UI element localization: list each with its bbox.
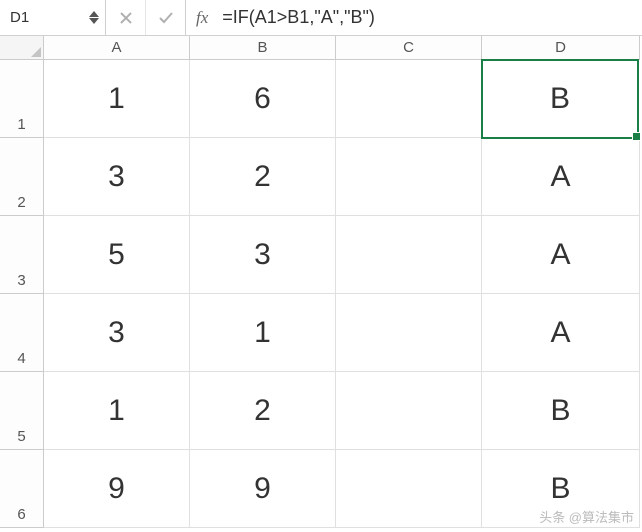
name-box-stepper[interactable] [89, 11, 99, 24]
cell-b4[interactable]: 1 [190, 294, 336, 372]
column-header-a[interactable]: A [44, 36, 190, 60]
chevron-down-icon[interactable] [89, 18, 99, 24]
table-row: 3 5 3 A [0, 216, 642, 294]
fx-label[interactable]: fx [186, 8, 218, 28]
cell-d5[interactable]: B [482, 372, 640, 450]
cell-b2[interactable]: 2 [190, 138, 336, 216]
table-row: 1 1 6 B [0, 60, 642, 138]
row-header-2[interactable]: 2 [0, 138, 44, 216]
cell-d2[interactable]: A [482, 138, 640, 216]
row-header-1[interactable]: 1 [0, 60, 44, 138]
name-box-value: D1 [10, 9, 29, 26]
cell-a1[interactable]: 1 [44, 60, 190, 138]
name-box[interactable]: D1 [0, 0, 106, 35]
cell-c3[interactable] [336, 216, 482, 294]
cell-b1[interactable]: 6 [190, 60, 336, 138]
watermark: 头条 @算法集市 [539, 507, 634, 526]
cell-d1[interactable]: B [481, 59, 639, 139]
row-header-3[interactable]: 3 [0, 216, 44, 294]
table-row: 5 1 2 B [0, 372, 642, 450]
cell-d3[interactable]: A [482, 216, 640, 294]
cell-c6[interactable] [336, 450, 482, 528]
formula-bar: D1 fx [0, 0, 642, 36]
spreadsheet-grid: A B C D 1 1 6 B 2 3 2 A 3 5 3 A 4 3 1 A … [0, 36, 642, 528]
cell-b5[interactable]: 2 [190, 372, 336, 450]
cell-c1[interactable] [336, 60, 482, 138]
row-header-6[interactable]: 6 [0, 450, 44, 528]
cell-d4[interactable]: A [482, 294, 640, 372]
column-header-d[interactable]: D [482, 36, 640, 60]
confirm-formula-button[interactable] [146, 0, 186, 35]
cell-a5[interactable]: 1 [44, 372, 190, 450]
cell-c4[interactable] [336, 294, 482, 372]
table-row: 4 3 1 A [0, 294, 642, 372]
cell-c5[interactable] [336, 372, 482, 450]
cell-c2[interactable] [336, 138, 482, 216]
select-all-corner[interactable] [0, 36, 44, 60]
check-icon [158, 10, 174, 26]
cell-a4[interactable]: 3 [44, 294, 190, 372]
cell-a2[interactable]: 3 [44, 138, 190, 216]
table-row: 2 3 2 A [0, 138, 642, 216]
cell-b6[interactable]: 9 [190, 450, 336, 528]
row-header-4[interactable]: 4 [0, 294, 44, 372]
column-header-b[interactable]: B [190, 36, 336, 60]
column-header-c[interactable]: C [336, 36, 482, 60]
cell-a3[interactable]: 5 [44, 216, 190, 294]
cell-a6[interactable]: 9 [44, 450, 190, 528]
close-icon [118, 10, 134, 26]
cancel-formula-button[interactable] [106, 0, 146, 35]
formula-input[interactable] [218, 0, 642, 35]
cell-b3[interactable]: 3 [190, 216, 336, 294]
chevron-up-icon[interactable] [89, 11, 99, 17]
row-header-5[interactable]: 5 [0, 372, 44, 450]
column-headers: A B C D [0, 36, 642, 60]
